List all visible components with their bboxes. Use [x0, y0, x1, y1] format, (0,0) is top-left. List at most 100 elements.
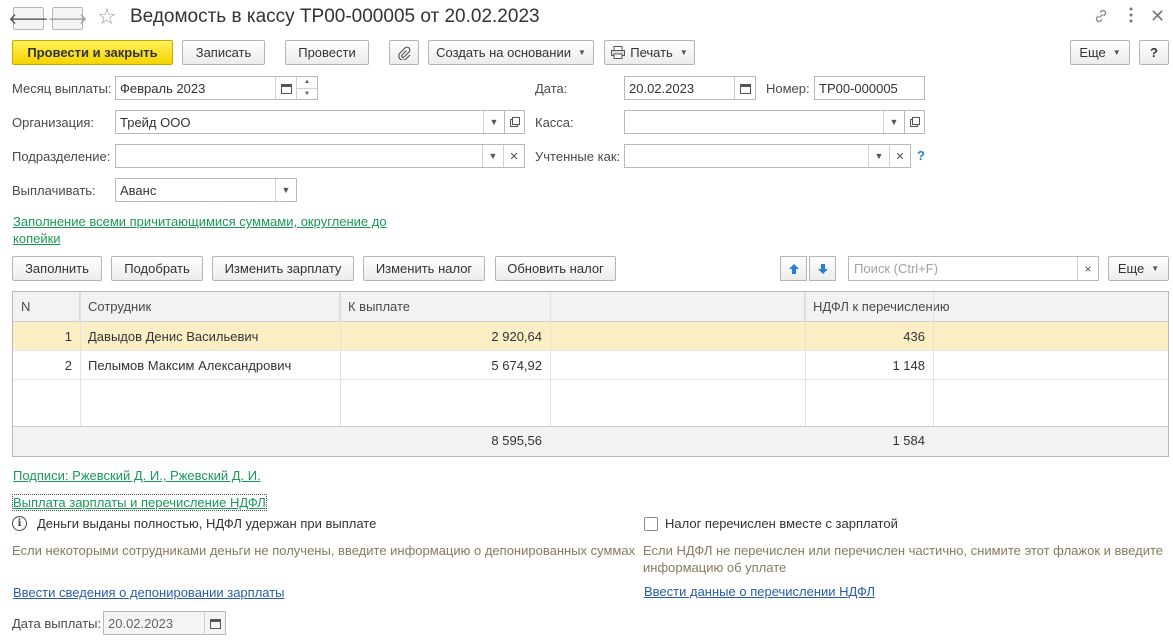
total-amount: 8 595,56 [491, 433, 542, 448]
move-up-button[interactable] [780, 256, 807, 281]
chevron-down-icon[interactable]: ▼ [297, 89, 317, 100]
pay-label: Выплачивать: [12, 183, 96, 198]
hint-left: Если некоторыми сотрудниками деньги не п… [12, 543, 636, 558]
save-button[interactable]: Записать [182, 40, 265, 65]
close-icon[interactable]: ✕ [1150, 6, 1165, 27]
table-footer: 8 595,56 1 584 [13, 426, 1168, 456]
attach-button[interactable] [389, 40, 419, 65]
payment-group-link[interactable]: Выплата зарплаты и перечисление НДФЛ [12, 494, 267, 511]
number-label: Номер: [766, 81, 810, 96]
organization-label: Организация: [12, 115, 95, 130]
table-row[interactable]: 1 Давыдов Денис Васильевич 2 920,64 436 [13, 322, 1168, 351]
dropdown-icon[interactable]: ▼ [483, 111, 504, 133]
row-tax: 436 [903, 329, 925, 344]
month-label: Месяц выплаты: [12, 81, 112, 96]
date-value: 20.02.2023 [629, 80, 695, 96]
info-text: Деньги выданы полностью, НДФЛ удержан пр… [37, 516, 377, 531]
hint-right: Если НДФЛ не перечислен или перечислен ч… [643, 543, 1164, 575]
column-header-n[interactable]: N [13, 292, 80, 322]
deposit-link[interactable]: Ввести сведения о депонировании зарплаты [13, 585, 285, 600]
number-value: ТР00-000005 [819, 80, 898, 96]
employees-table[interactable]: N Сотрудник К выплате НДФЛ к перечислени… [12, 291, 1169, 457]
date-field[interactable]: 20.02.2023 [624, 76, 756, 100]
organization-field[interactable]: Трейд ООО ▼ [115, 110, 505, 134]
clear-icon[interactable]: ✕ [889, 145, 910, 167]
calendar-icon[interactable] [275, 77, 296, 99]
chevron-up-icon[interactable]: ▲ [297, 77, 317, 89]
open-cash-button[interactable] [905, 110, 925, 134]
row-number: 2 [64, 358, 72, 373]
column-header-employee[interactable]: Сотрудник [80, 292, 340, 322]
fill-settings-link[interactable]: Заполнение всеми причитающимися суммами,… [13, 213, 413, 247]
change-tax-button[interactable]: Изменить налог [363, 256, 485, 281]
tax-paid-label[interactable]: Налог перечислен вместе с зарплатой [665, 516, 898, 531]
department-label: Подразделение: [12, 149, 111, 164]
number-field[interactable]: ТР00-000005 [814, 76, 925, 100]
table-more-button[interactable]: Еще ▼ [1108, 256, 1169, 281]
open-icon [909, 117, 920, 127]
print-button[interactable]: Печать ▼ [604, 40, 695, 65]
back-button[interactable]: 🡐 [8, 7, 49, 30]
pay-date-field[interactable]: 20.02.2023 [103, 611, 226, 635]
dropdown-icon[interactable]: ▼ [868, 145, 889, 167]
column-header-tax[interactable]: НДФЛ к перечислению [805, 292, 1168, 322]
more-vertical-icon[interactable] [1128, 6, 1134, 29]
change-salary-button[interactable]: Изменить зарплату [212, 256, 354, 281]
pay-date-value: 20.02.2023 [108, 615, 174, 631]
chevron-down-icon: ▼ [1151, 264, 1160, 273]
signatures-link[interactable]: Подписи: Ржевский Д. И., Ржевский Д. И. [13, 468, 261, 483]
table-header: N Сотрудник К выплате НДФЛ к перечислени… [13, 292, 1168, 322]
link-icon[interactable] [1093, 8, 1109, 29]
arrow-right-icon: 🡒 [47, 11, 88, 28]
column-header-amount[interactable]: К выплате [340, 292, 805, 322]
chevron-down-icon: ▼ [679, 48, 688, 57]
open-organization-button[interactable] [505, 110, 525, 134]
row-amount: 2 920,64 [491, 329, 542, 344]
more-button[interactable]: Еще ▼ [1070, 40, 1130, 65]
forward-button[interactable]: 🡒 [47, 7, 88, 30]
month-field[interactable]: Февраль 2023 ▲ ▼ [115, 76, 318, 100]
arrow-left-icon: 🡐 [8, 11, 49, 28]
clear-icon[interactable]: ✕ [503, 145, 524, 167]
help-icon[interactable]: ? [917, 148, 925, 163]
calendar-icon[interactable] [204, 612, 225, 634]
organization-value: Трейд ООО [120, 114, 191, 130]
fill-button[interactable]: Заполнить [12, 256, 102, 281]
help-button[interactable]: ? [1139, 40, 1169, 65]
dropdown-icon[interactable]: ▼ [883, 111, 904, 133]
calendar-icon[interactable] [734, 77, 755, 99]
post-and-close-button[interactable]: Провести и закрыть [12, 40, 173, 65]
open-icon [509, 117, 520, 127]
star-icon[interactable]: ☆ [97, 4, 117, 30]
pay-select[interactable]: Аванс ▼ [115, 178, 297, 202]
more-label: Еще [1079, 45, 1106, 60]
post-button[interactable]: Провести [285, 40, 369, 65]
department-field[interactable]: ▼ ✕ [115, 144, 525, 168]
tax-paid-checkbox[interactable] [644, 517, 658, 531]
create-based-on-button[interactable]: Создать на основании ▼ [428, 40, 594, 65]
row-tax: 1 148 [892, 358, 925, 373]
print-label: Печать [630, 45, 673, 60]
chevron-down-icon: ▼ [1112, 48, 1121, 57]
dropdown-icon[interactable]: ▼ [275, 179, 296, 201]
row-number: 1 [64, 329, 72, 344]
search-input[interactable]: Поиск (Ctrl+F) [849, 261, 1077, 276]
arrow-up-icon [788, 263, 799, 274]
search-field[interactable]: Поиск (Ctrl+F) × [848, 256, 1099, 281]
month-stepper[interactable]: ▲ ▼ [296, 77, 317, 99]
pick-button[interactable]: Подобрать [111, 256, 203, 281]
move-down-button[interactable] [809, 256, 836, 281]
refresh-tax-button[interactable]: Обновить налог [495, 256, 616, 281]
total-tax: 1 584 [892, 433, 925, 448]
row-employee: Пелымов Максим Александрович [88, 358, 292, 373]
counted-as-label: Учтенные как: [535, 149, 621, 164]
printer-icon [611, 46, 626, 59]
table-row[interactable]: 2 Пелымов Максим Александрович 5 674,92 … [13, 351, 1168, 380]
counted-as-field[interactable]: ▼ ✕ [624, 144, 911, 168]
cash-field[interactable]: ▼ [624, 110, 905, 134]
tax-payment-link[interactable]: Ввести данные о перечислении НДФЛ [644, 584, 875, 599]
create-based-on-label: Создать на основании [436, 45, 571, 60]
clear-search-icon[interactable]: × [1077, 257, 1098, 280]
dropdown-icon[interactable]: ▼ [482, 145, 503, 167]
arrow-down-icon [817, 263, 828, 274]
